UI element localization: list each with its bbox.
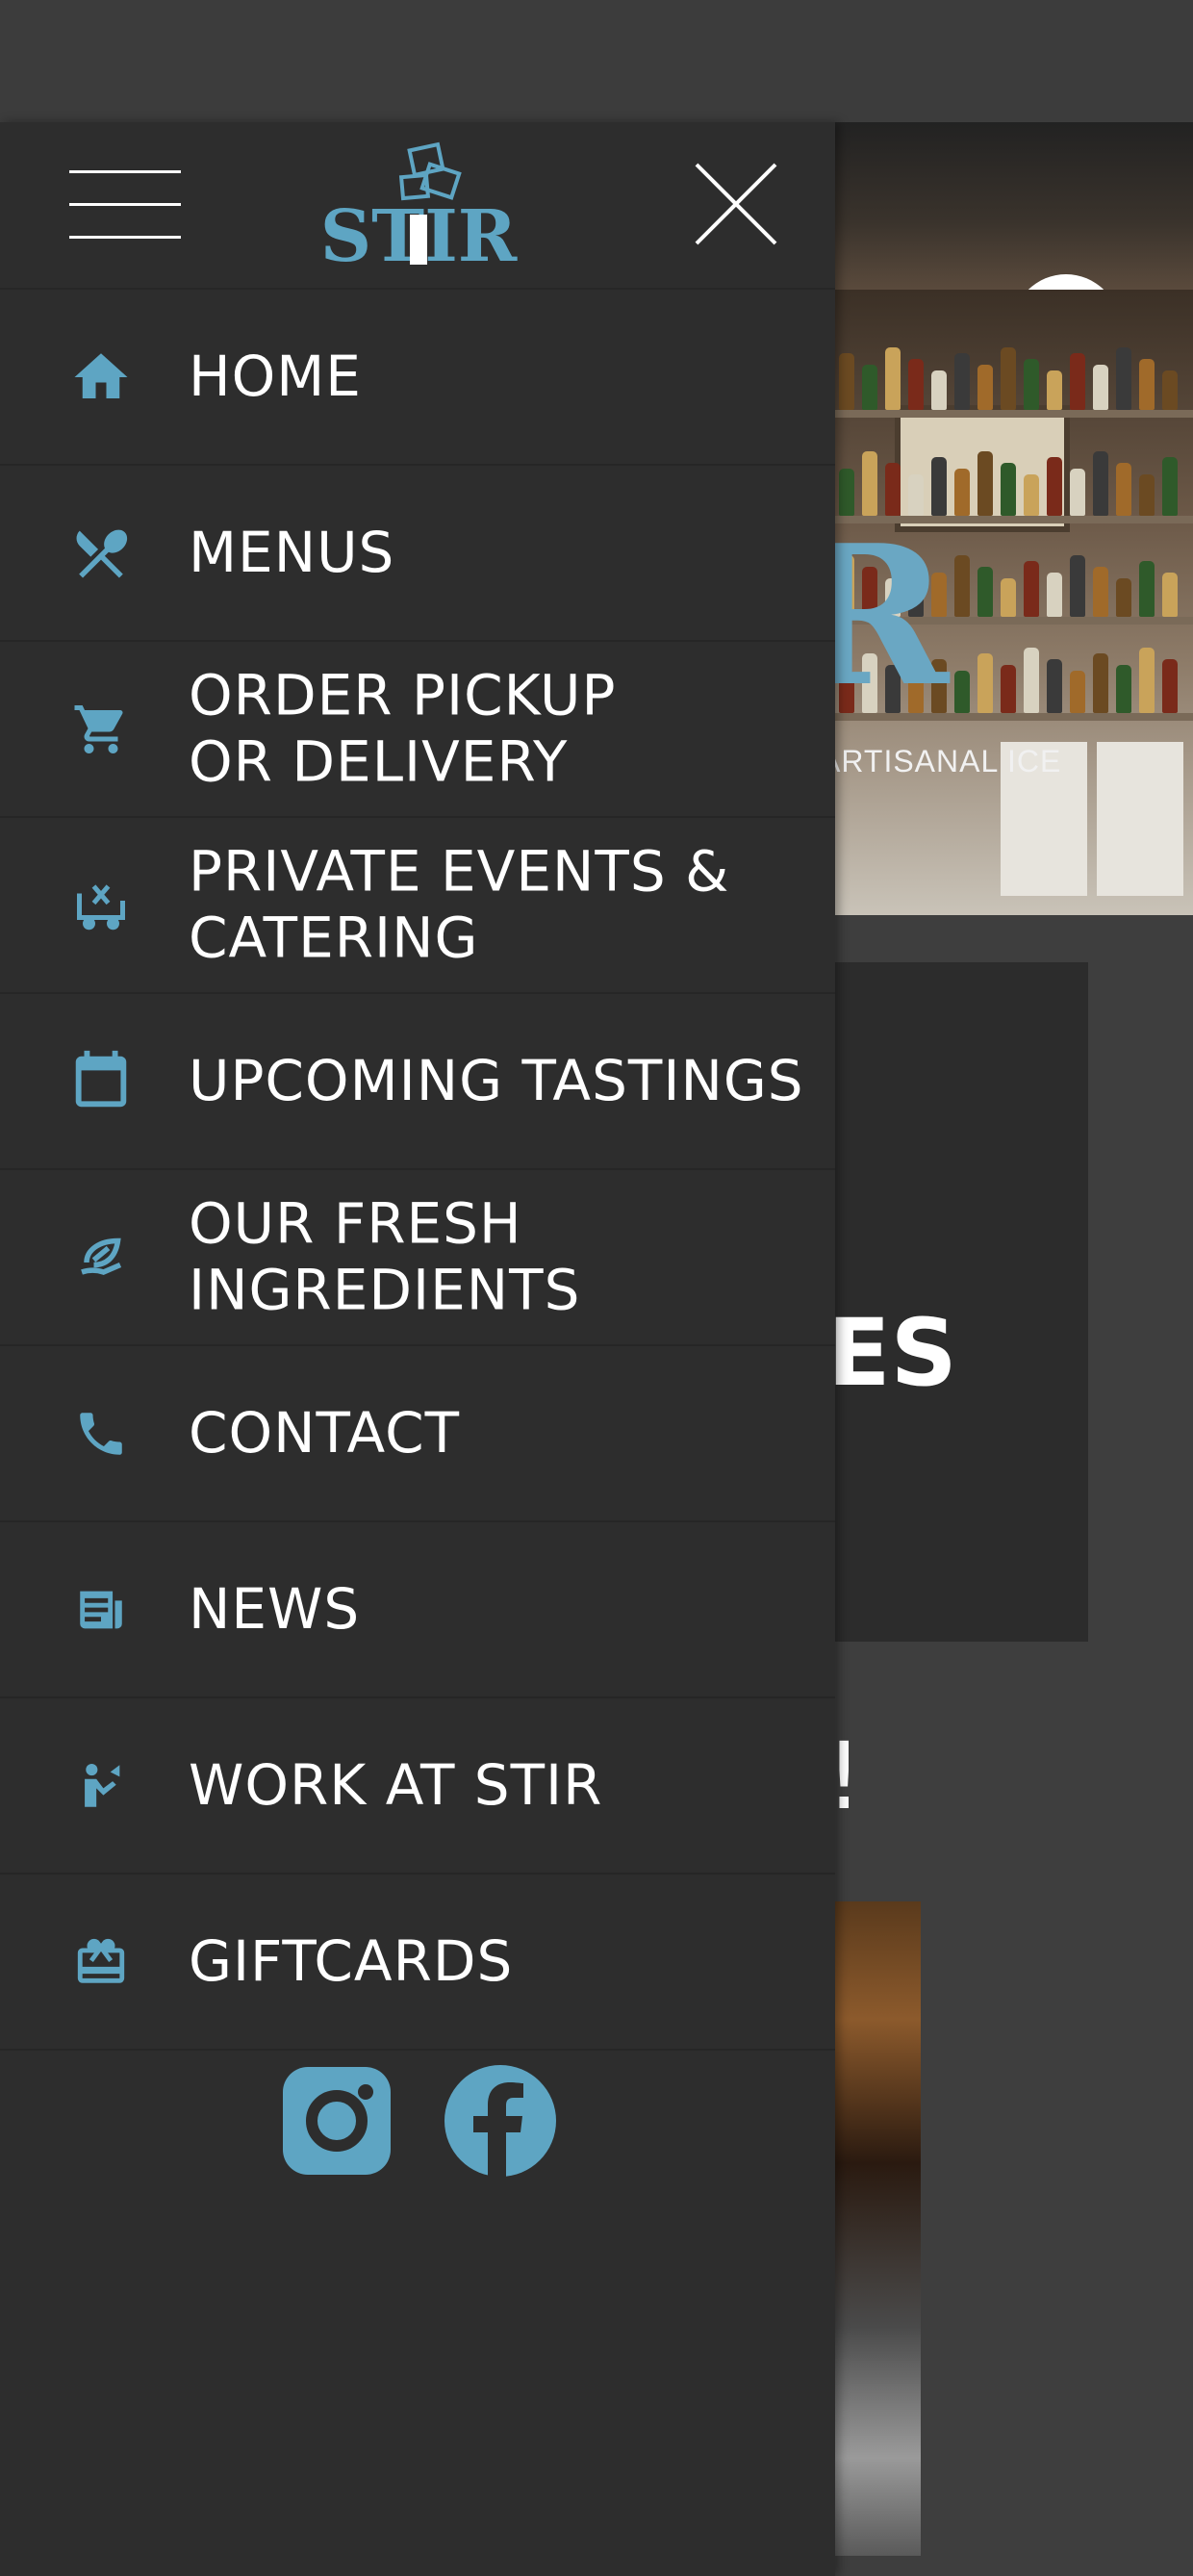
bottle xyxy=(977,451,993,516)
nav-label: OUR FRESH INGREDIENTS xyxy=(189,1189,581,1323)
bottle xyxy=(1070,671,1085,713)
bottle xyxy=(1001,347,1016,410)
nav-label: ORDER PICKUP OR DELIVERY xyxy=(189,661,617,795)
bottle xyxy=(862,365,877,410)
bottle xyxy=(954,671,970,713)
nav-item-ingredients[interactable]: OUR FRESH INGREDIENTS xyxy=(0,1170,835,1346)
bottle xyxy=(1070,555,1085,617)
phone-icon xyxy=(63,1396,139,1471)
nav-label: HOME xyxy=(189,343,362,409)
nav-item-menus[interactable]: MENUS xyxy=(0,466,835,642)
bottle xyxy=(1116,347,1131,410)
status-bar xyxy=(0,0,1193,122)
bottle xyxy=(1093,567,1108,617)
cart-icon xyxy=(63,692,139,767)
bottle xyxy=(977,653,993,713)
bottle xyxy=(954,469,970,516)
bottle xyxy=(1093,451,1108,516)
bottle xyxy=(1047,457,1062,516)
nav-label: UPCOMING TASTINGS xyxy=(189,1047,804,1113)
nav-label: GIFTCARDS xyxy=(189,1927,514,1994)
bottle xyxy=(908,359,924,410)
ice-glass-icon xyxy=(398,141,462,201)
bottle xyxy=(1047,370,1062,410)
drawer-header: STIR xyxy=(0,122,835,290)
bottle xyxy=(1024,359,1039,410)
close-icon[interactable] xyxy=(691,159,781,249)
bottle xyxy=(1139,561,1155,617)
catering-cart-icon xyxy=(63,868,139,943)
leaf-hand-icon xyxy=(63,1220,139,1295)
bottle xyxy=(1162,457,1178,516)
bottle xyxy=(977,365,993,410)
bottle xyxy=(1116,578,1131,617)
bottle xyxy=(1139,359,1155,410)
bottle xyxy=(1116,665,1131,713)
bottle xyxy=(1047,659,1062,713)
bottle xyxy=(1070,353,1085,410)
content-photo xyxy=(827,1901,921,2556)
bottle xyxy=(1162,659,1178,713)
fork-spoon-icon xyxy=(63,516,139,591)
bottle xyxy=(1116,463,1131,516)
bottle xyxy=(1024,474,1039,516)
bottle xyxy=(1024,561,1039,617)
nav-item-events[interactable]: PRIVATE EVENTS & CATERING xyxy=(0,818,835,994)
bottle xyxy=(1001,578,1016,617)
career-icon xyxy=(63,1748,139,1824)
bottle xyxy=(1001,463,1016,516)
nav-item-contact[interactable]: CONTACT xyxy=(0,1346,835,1522)
bottle xyxy=(1093,653,1108,713)
nav-label: CONTACT xyxy=(189,1399,461,1466)
nav-item-order[interactable]: ORDER PICKUP OR DELIVERY xyxy=(0,642,835,818)
nav-label: PRIVATE EVENTS & CATERING xyxy=(189,837,730,971)
bottle xyxy=(954,353,970,410)
nav-item-work[interactable]: WORK AT STIR xyxy=(0,1698,835,1875)
bottle xyxy=(839,353,854,410)
logo[interactable]: STIR xyxy=(289,140,548,274)
facebook-icon[interactable] xyxy=(443,2063,558,2179)
newspaper-icon xyxy=(63,1572,139,1647)
nav-item-home[interactable]: HOME xyxy=(0,290,835,466)
nav-label: MENUS xyxy=(189,519,395,585)
bottle xyxy=(931,370,947,410)
bottle xyxy=(1162,573,1178,617)
nav-item-giftcards[interactable]: GIFTCARDS xyxy=(0,1875,835,2051)
bottle xyxy=(885,347,901,410)
nav-label: NEWS xyxy=(189,1575,361,1642)
card-heading: ES xyxy=(827,1299,957,1407)
nav-label: WORK AT STIR xyxy=(189,1751,603,1818)
nav-menu: HOME MENUS ORDER PICKUP OR DELIVERY PRIV… xyxy=(0,290,835,2051)
bottle xyxy=(977,567,993,617)
bottle xyxy=(1001,665,1016,713)
home-icon xyxy=(63,340,139,415)
nav-drawer: STIR HOME MENUS ORDER PICKUP OR DELIVERY xyxy=(0,122,835,2576)
bottle xyxy=(1139,648,1155,713)
bottle xyxy=(1070,469,1085,516)
nav-item-news[interactable]: NEWS xyxy=(0,1522,835,1698)
giftcard-icon xyxy=(63,1925,139,2000)
hamburger-icon[interactable] xyxy=(69,170,181,240)
bottle xyxy=(1047,573,1062,617)
bottle xyxy=(954,555,970,617)
calendar-icon xyxy=(63,1044,139,1119)
bottle xyxy=(1093,365,1108,410)
bottle xyxy=(1162,370,1178,410)
bottle xyxy=(1024,648,1039,713)
nav-item-tastings[interactable]: UPCOMING TASTINGS xyxy=(0,994,835,1170)
instagram-icon[interactable] xyxy=(279,2063,394,2179)
bottle xyxy=(1139,474,1155,516)
